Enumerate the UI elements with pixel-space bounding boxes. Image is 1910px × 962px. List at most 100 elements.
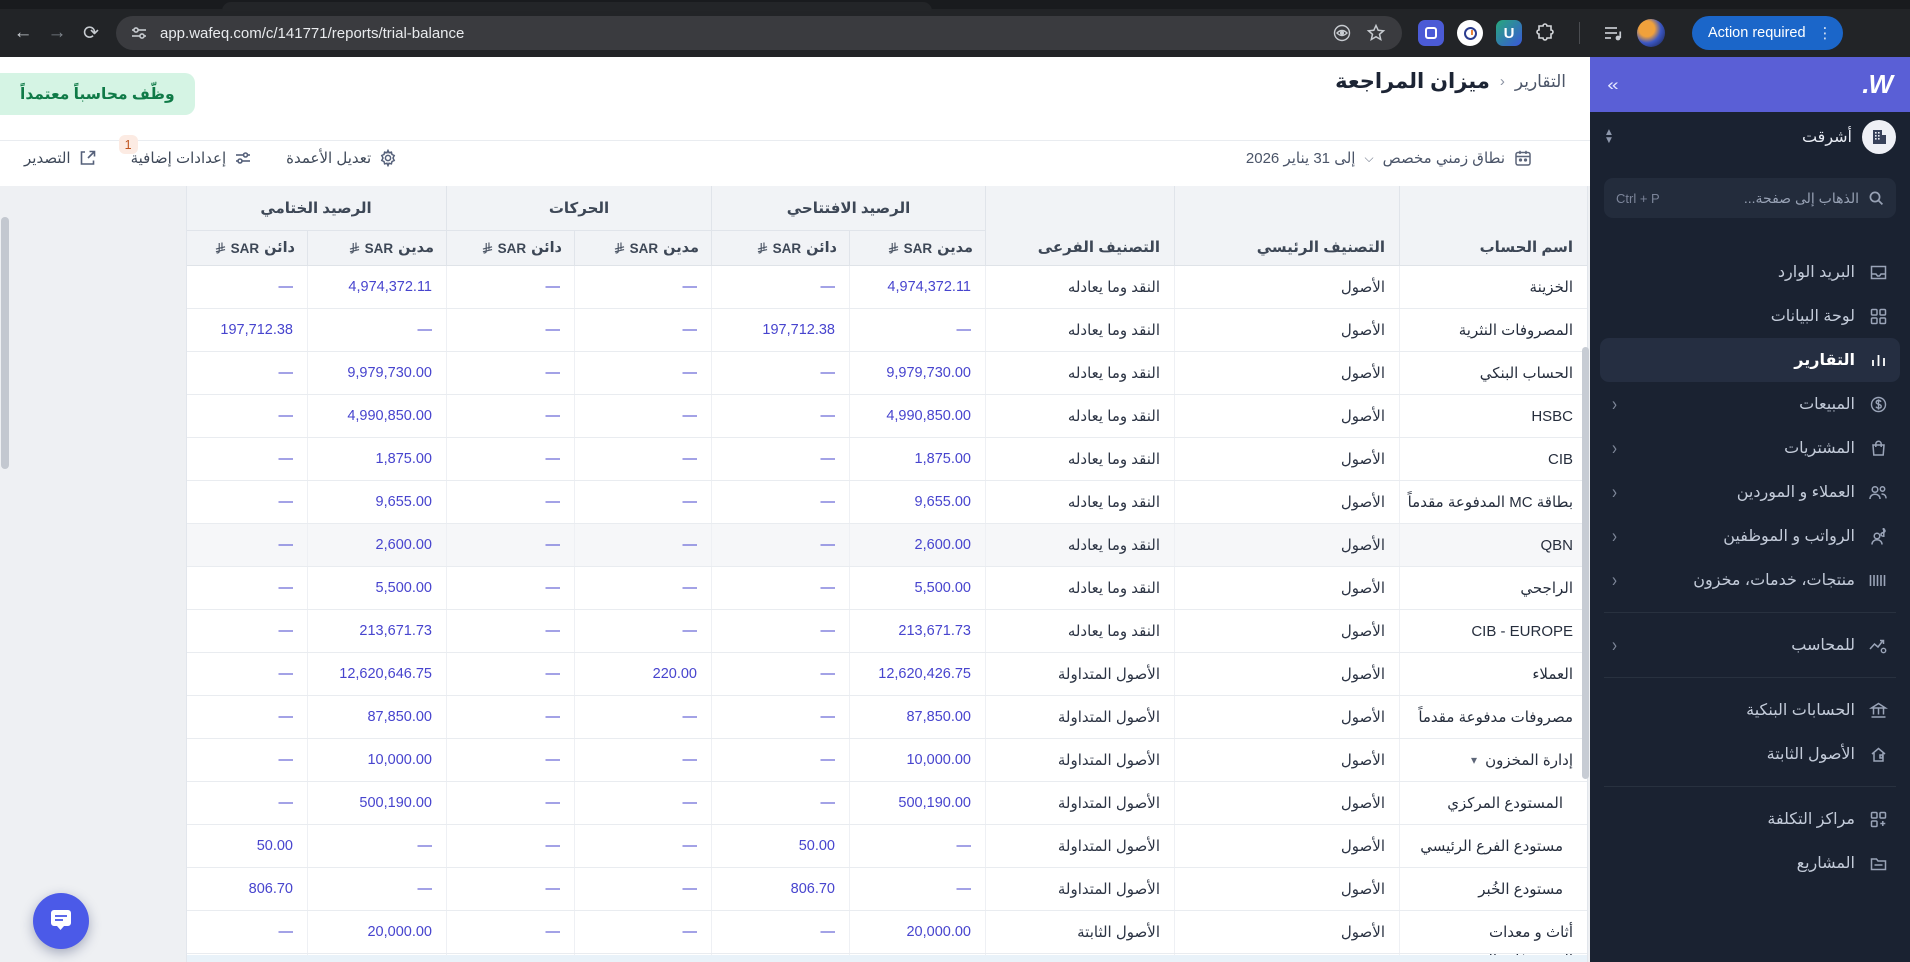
sidebar-item-cost-centers[interactable]: مراكز التكلفة <box>1600 797 1900 841</box>
table-row[interactable]: بطاقة MC المدفوعة مقدماً الأصول النقد وما … <box>187 481 1587 524</box>
cell-cb_debit: 9,979,730.00 <box>307 352 446 394</box>
sidebar-item-inbox[interactable]: البريد الوارد <box>1600 250 1900 294</box>
chrome-menu-icon[interactable]: ⋮ <box>1814 26 1837 41</box>
extension-blue-icon[interactable] <box>1418 20 1444 46</box>
profile-avatar[interactable] <box>1637 19 1665 47</box>
table-row[interactable]: الحساب البنكي الأصول النقد وما يعادله 9,979… <box>187 352 1587 395</box>
page-scrollbar[interactable] <box>1 217 9 469</box>
cell-name: HSBC <box>1399 395 1587 437</box>
table-row[interactable]: HSBC الأصول النقد وما يعادله 4,990,850.00— —… <box>187 395 1587 438</box>
media-queue-icon[interactable] <box>1603 23 1624 44</box>
cell-main_class: الأصول <box>1174 868 1399 910</box>
date-range-control[interactable]: نطاق زمني مخصص ⌵ إلى 31 يناير 2026 <box>1246 149 1532 167</box>
table-row[interactable]: CIB الأصول النقد وما يعادله 1,875.00— — —1,87… <box>187 438 1587 481</box>
sidebar-item-payroll[interactable]: الرواتب و الموظفين ‹ <box>1600 514 1900 558</box>
breadcrumb: التقارير ‹ ميزان المراجعة <box>1335 69 1566 94</box>
date-value: إلى 31 يناير 2026 <box>1245 150 1356 167</box>
table-row[interactable]: مستودع الفرع الرئيسي الأصول الأصول المتداو… <box>187 825 1587 868</box>
table-row[interactable]: الخزينة الأصول النقد وما يعادله 4,974,372.1… <box>187 266 1587 309</box>
cell-mv_debit: 220.00 <box>574 653 711 695</box>
go-to-page-search[interactable]: الذهاب إلى صفحة... Ctrl + P <box>1604 178 1896 218</box>
url-bar[interactable]: app.wafeq.com/c/141771/reports/trial-bal… <box>116 16 1402 50</box>
cell-name: أثاث و معدات <box>1399 911 1587 953</box>
column-header-sub-class[interactable]: التصنيف الفرعى <box>985 186 1174 265</box>
cell-main_class: الأصول <box>1174 481 1399 523</box>
sidebar-item-fixed-assets[interactable]: الأصول الثابتة <box>1600 732 1900 776</box>
extra-settings-badge: 1 <box>118 135 138 154</box>
column-header-account[interactable]: اسم الحساب <box>1399 186 1587 265</box>
table-row[interactable]: أثاث و معدات الأصول الأصول الثابتة 20,000.0… <box>187 911 1587 954</box>
table-row[interactable]: مصروفات مدفوعة مقدماً الأصول الأصول المتدا… <box>187 696 1587 739</box>
extension-u-icon[interactable]: U <box>1496 20 1522 46</box>
page-title: ميزان المراجعة <box>1335 70 1490 93</box>
expand-chevron-down-icon[interactable]: ▾ <box>1471 753 1477 767</box>
sidebar-brand-bar: W. » <box>1590 57 1910 112</box>
sidebar-item-products[interactable]: منتجات، خدمات، مخزون ‹ <box>1600 558 1900 602</box>
sidebar-item-label: التقارير <box>1794 352 1855 369</box>
cell-main_class: الأصول <box>1174 524 1399 566</box>
table-row[interactable]: QBN الأصول النقد وما يعادله 2,600.00— — —2,60… <box>187 524 1587 567</box>
back-icon[interactable]: ← <box>6 16 40 50</box>
subheader-opening-debit[interactable]: SAR مدين <box>849 231 985 265</box>
reload-icon[interactable]: ⟳ <box>74 16 108 50</box>
chat-widget-button[interactable] <box>33 893 89 949</box>
sidebar-item-purchases[interactable]: المشتريات ‹ <box>1600 426 1900 470</box>
table-header: اسم الحساب التصنيف الرئيسي التصنيف الفرع… <box>187 186 1587 266</box>
sidebar-item-sales[interactable]: المبيعات ‹ <box>1600 382 1900 426</box>
table-row[interactable]: المستودع المركزي الأصول الأصول المتداولة 50… <box>187 782 1587 825</box>
cell-name: CIB <box>1399 438 1587 480</box>
cell-mv_credit: — <box>446 825 574 867</box>
bookmark-star-icon[interactable] <box>1366 23 1386 43</box>
table-row[interactable]: CIB - EUROPE الأصول النقد وما يعادله 213,67… <box>187 610 1587 653</box>
export-button[interactable]: التصدير <box>24 149 97 167</box>
content-scrollbar[interactable] <box>1582 347 1589 779</box>
extension-clock-icon[interactable] <box>1457 20 1483 46</box>
subheader-closing-credit[interactable]: SAR دائن <box>187 231 307 265</box>
cell-name: بطاقة MC المدفوعة مقدماً <box>1399 481 1587 523</box>
table-row[interactable]: العملاء الأصول الأصول المتداولة 12,620,426.… <box>187 653 1587 696</box>
sidebar-item-projects[interactable]: المشاريع <box>1600 841 1900 885</box>
company-switch-chevrons-icon: ▲ ▼ <box>1604 127 1614 146</box>
sidebar-item-bank[interactable]: الحسابات البنكية <box>1600 688 1900 732</box>
subheader-movements-credit[interactable]: SAR دائن <box>446 231 574 265</box>
table-row[interactable]: مستودع الخُبر الأصول الأصول المتداولة —806.… <box>187 868 1587 911</box>
forward-icon[interactable]: → <box>40 16 74 50</box>
cell-ob_debit: 4,990,850.00 <box>849 395 985 437</box>
extra-settings-button[interactable]: 1 إعدادات إضافية <box>118 135 253 167</box>
sidebar-item-contacts[interactable]: العملاء و الموردين ‹ <box>1600 470 1900 514</box>
subheader-opening-credit[interactable]: SAR دائن <box>711 231 849 265</box>
subheader-movements-debit[interactable]: SAR مدين <box>574 231 711 265</box>
cell-cb_credit: — <box>187 911 307 953</box>
table-row[interactable]: إدارة المخزون ▾ الأصول الأصول المتداولة 10,0… <box>187 739 1587 782</box>
sidebar-collapse-icon[interactable]: » <box>1607 75 1619 95</box>
contacts-icon <box>1868 483 1888 502</box>
sidebar-item-reports[interactable]: التقارير <box>1600 338 1900 382</box>
site-settings-icon[interactable] <box>130 24 148 42</box>
cell-cb_debit: 10,000.00 <box>307 739 446 781</box>
cell-mv_credit: — <box>446 438 574 480</box>
cell-ob_credit: — <box>711 395 849 437</box>
sidebar-item-dashboard[interactable]: لوحة البيانات <box>1600 294 1900 338</box>
edit-columns-button[interactable]: تعديل الأعمدة <box>286 149 397 167</box>
breadcrumb-reports-link[interactable]: التقارير <box>1515 72 1566 92</box>
action-required-button[interactable]: Action required ⋮ <box>1692 16 1843 50</box>
cell-cb_debit: 5,500.00 <box>307 567 446 609</box>
cell-cb_debit: 9,655.00 <box>307 481 446 523</box>
extensions-puzzle-icon[interactable] <box>1535 22 1556 44</box>
table-row[interactable]: الراجحي الأصول النقد وما يعادله 5,500.00— — —… <box>187 567 1587 610</box>
cell-cb_credit: — <box>187 266 307 308</box>
cell-mv_credit: — <box>446 653 574 695</box>
group-header-movements: الحركات <box>446 186 711 231</box>
search-placeholder: الذهاب إلى صفحة... <box>1743 189 1859 206</box>
column-header-main-class[interactable]: التصنيف الرئيسي <box>1174 186 1399 265</box>
subheader-closing-debit[interactable]: SAR مدين <box>307 231 446 265</box>
cell-main_class: الأصول <box>1174 739 1399 781</box>
url-text[interactable]: app.wafeq.com/c/141771/reports/trial-bal… <box>160 25 1332 42</box>
sidebar-item-label: لوحة البيانات <box>1770 308 1855 325</box>
table-row[interactable]: المصروفات النثرية الأصول النقد وما يعادله —… <box>187 309 1587 352</box>
sidebar-item-accountant[interactable]: للمحاسب ‹ <box>1600 623 1900 667</box>
preview-eye-icon[interactable] <box>1332 23 1352 43</box>
cell-cb_debit: — <box>307 868 446 910</box>
company-switcher[interactable]: أشرقت ▲ ▼ <box>1590 112 1910 162</box>
hire-accountant-badge[interactable]: وظّف محاسباً معتمداً <box>0 73 195 115</box>
